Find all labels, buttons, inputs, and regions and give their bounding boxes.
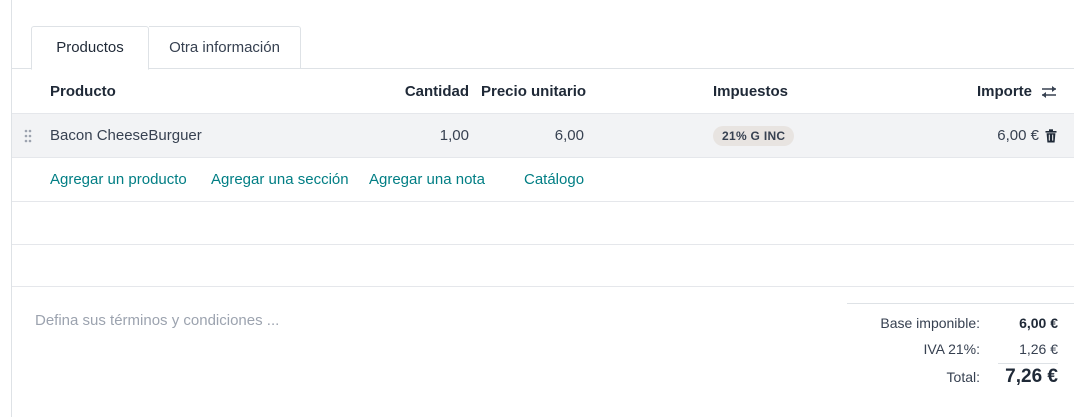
totals-panel: Base imponible: 6,00 € IVA 21%: 1,26 € T… bbox=[847, 303, 1074, 387]
terms-conditions-field[interactable]: Defina sus términos y condiciones ... bbox=[35, 312, 279, 329]
notebook-tabs: Productos Otra información bbox=[12, 26, 1074, 70]
tab-productos[interactable]: Productos bbox=[31, 26, 149, 70]
column-header-importe: Importe bbox=[977, 70, 1057, 113]
empty-row bbox=[12, 202, 1074, 245]
column-header-cantidad[interactable]: Cantidad bbox=[405, 70, 469, 113]
total-label: Total: bbox=[946, 369, 980, 385]
subtotal-value: 6,00 € bbox=[1019, 315, 1058, 331]
totals-divider bbox=[998, 363, 1058, 364]
drag-handle-icon[interactable] bbox=[24, 129, 34, 143]
total-value: 7,26 € bbox=[1005, 366, 1058, 387]
add-line-actions: Agregar un producto Agregar una sección … bbox=[12, 158, 1074, 202]
tab-otra-informacion[interactable]: Otra información bbox=[149, 26, 301, 69]
subtotal-label: Base imponible: bbox=[880, 315, 980, 331]
add-section-link[interactable]: Agregar una sección bbox=[211, 158, 349, 201]
tax-label: IVA 21%: bbox=[923, 341, 980, 357]
column-header-precio-unitario[interactable]: Precio unitario bbox=[481, 70, 586, 113]
tax-row: IVA 21%: 1,26 € bbox=[923, 341, 1058, 357]
product-tax[interactable]: 21% G INC bbox=[713, 114, 795, 157]
empty-row bbox=[12, 245, 1074, 287]
product-name[interactable]: Bacon CheeseBurguer bbox=[50, 114, 202, 157]
adjust-columns-icon[interactable] bbox=[1041, 85, 1057, 99]
total-row: Total: 7,26 € bbox=[947, 366, 1058, 388]
tax-value: 1,26 € bbox=[1019, 341, 1058, 357]
add-note-link[interactable]: Agregar una nota bbox=[369, 158, 485, 201]
tax-badge[interactable]: 21% G INC bbox=[713, 125, 795, 146]
catalog-link[interactable]: Catálogo bbox=[524, 158, 584, 201]
add-product-link[interactable]: Agregar un producto bbox=[50, 158, 187, 201]
table-row[interactable]: Bacon CheeseBurguer 1,00 6,00 21% G INC … bbox=[12, 114, 1074, 158]
subtotal-row: Base imponible: 6,00 € bbox=[880, 315, 1058, 331]
product-quantity[interactable]: 1,00 bbox=[440, 114, 469, 157]
table-header: Producto Cantidad Precio unitario Impues… bbox=[12, 70, 1074, 114]
product-amount: 6,00 € bbox=[997, 127, 1039, 144]
column-header-impuestos[interactable]: Impuestos bbox=[713, 70, 788, 113]
trash-icon[interactable] bbox=[1045, 128, 1057, 143]
column-header-importe-label[interactable]: Importe bbox=[977, 83, 1032, 100]
column-header-producto[interactable]: Producto bbox=[50, 70, 116, 113]
product-unit-price[interactable]: 6,00 bbox=[555, 114, 584, 157]
product-amount-cell: 6,00 € bbox=[997, 114, 1057, 157]
